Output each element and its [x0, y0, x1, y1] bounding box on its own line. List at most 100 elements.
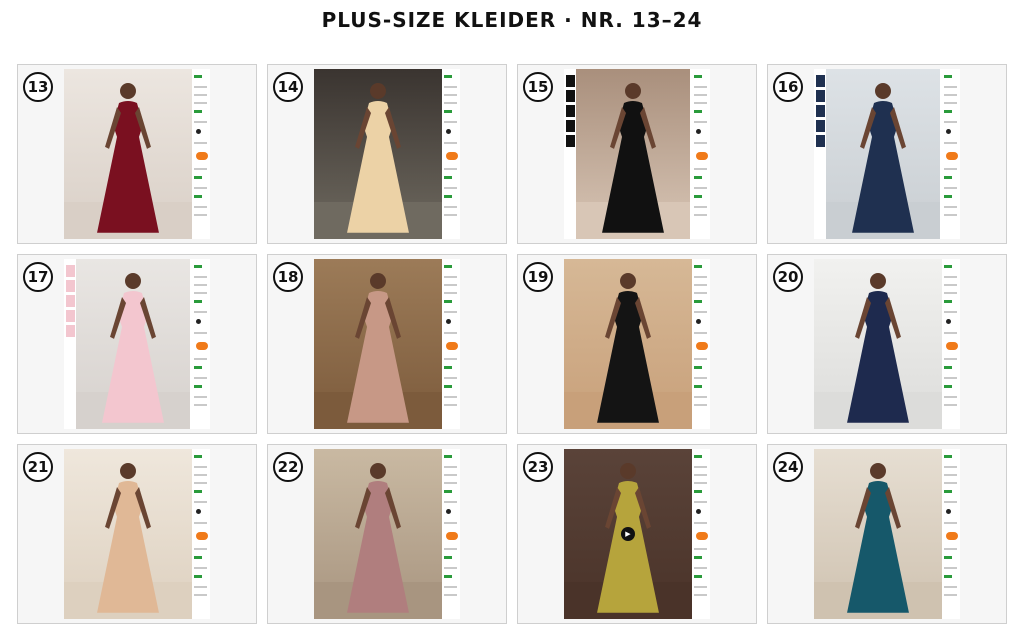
product-detail-panel [442, 449, 460, 619]
stock-indicator [444, 385, 452, 388]
text-line [194, 332, 207, 334]
add-to-cart-button[interactable] [446, 532, 458, 540]
product-card[interactable]: 13 [17, 64, 257, 244]
text-line [944, 276, 957, 278]
thumbnail[interactable] [66, 295, 75, 307]
thumbnail[interactable] [816, 90, 825, 102]
text-line [694, 276, 707, 278]
product-card[interactable]: 15 [517, 64, 757, 244]
add-to-cart-button[interactable] [696, 152, 708, 160]
product-screenshot[interactable] [564, 259, 710, 429]
color-swatch[interactable] [446, 509, 451, 514]
text-line [694, 292, 707, 294]
stock-indicator [194, 176, 202, 179]
product-screenshot[interactable] [814, 259, 960, 429]
text-line [444, 586, 457, 588]
text-line [944, 474, 957, 476]
thumbnail[interactable] [816, 75, 825, 87]
product-card[interactable]: 24 [767, 444, 1007, 624]
product-card[interactable]: 22 [267, 444, 507, 624]
add-to-cart-button[interactable] [696, 342, 708, 350]
stock-indicator [444, 455, 452, 458]
color-swatch[interactable] [696, 319, 701, 324]
product-card[interactable]: 16 [767, 64, 1007, 244]
product-grid: 13 14 15 16 17 18 19 20 21 22 23 ▶ 24 [17, 64, 1007, 624]
stock-indicator [944, 300, 952, 303]
color-swatch[interactable] [946, 319, 951, 324]
add-to-cart-button[interactable] [196, 342, 208, 350]
product-card[interactable]: 14 [267, 64, 507, 244]
play-icon[interactable]: ▶ [621, 527, 635, 541]
thumbnail[interactable] [816, 135, 825, 147]
text-line [694, 474, 707, 476]
product-card[interactable]: 23 ▶ [517, 444, 757, 624]
thumbnail[interactable] [566, 120, 575, 132]
product-screenshot[interactable] [314, 259, 460, 429]
product-photo [64, 69, 192, 239]
text-line [944, 142, 957, 144]
add-to-cart-button[interactable] [946, 342, 958, 350]
thumbnail[interactable] [816, 120, 825, 132]
text-line [194, 214, 207, 216]
text-line [444, 377, 457, 379]
add-to-cart-button[interactable] [196, 532, 208, 540]
product-screenshot[interactable] [314, 69, 460, 239]
add-to-cart-button[interactable] [446, 152, 458, 160]
thumbnail[interactable] [816, 105, 825, 117]
product-screenshot[interactable] [314, 449, 460, 619]
stock-indicator [944, 75, 952, 78]
thumbnail[interactable] [566, 90, 575, 102]
product-photo: ▶ [564, 449, 692, 619]
thumbnail[interactable] [566, 135, 575, 147]
card-number-badge: 13 [23, 72, 53, 102]
color-swatch[interactable] [196, 509, 201, 514]
add-to-cart-button[interactable] [446, 342, 458, 350]
add-to-cart-button[interactable] [946, 532, 958, 540]
thumbnail[interactable] [66, 310, 75, 322]
color-swatch[interactable] [196, 129, 201, 134]
add-to-cart-button[interactable] [696, 532, 708, 540]
thumbnail[interactable] [66, 280, 75, 292]
product-screenshot[interactable] [64, 449, 210, 619]
color-swatch[interactable] [946, 509, 951, 514]
thumbnail[interactable] [566, 75, 575, 87]
text-line [444, 548, 457, 550]
product-card[interactable]: 21 [17, 444, 257, 624]
text-line [444, 466, 457, 468]
product-screenshot[interactable] [64, 259, 210, 429]
product-screenshot[interactable] [564, 69, 710, 239]
add-to-cart-button[interactable] [196, 152, 208, 160]
product-card[interactable]: 17 [17, 254, 257, 434]
thumbnail[interactable] [66, 265, 75, 277]
add-to-cart-button[interactable] [946, 152, 958, 160]
stock-indicator [694, 265, 702, 268]
stock-indicator [944, 490, 952, 493]
product-card[interactable]: 20 [767, 254, 1007, 434]
thumbnail[interactable] [66, 325, 75, 337]
dress-shape [602, 101, 664, 234]
card-number-badge: 15 [523, 72, 553, 102]
stock-indicator [444, 490, 452, 493]
thumbnail[interactable] [566, 105, 575, 117]
dress-figure [597, 273, 659, 424]
color-swatch[interactable] [446, 319, 451, 324]
stock-indicator [694, 366, 702, 369]
product-detail-panel [442, 69, 460, 239]
color-swatch[interactable] [446, 129, 451, 134]
product-screenshot[interactable] [814, 449, 960, 619]
product-photo [826, 69, 940, 239]
color-swatch[interactable] [696, 509, 701, 514]
text-line [694, 501, 707, 503]
card-number-badge: 20 [773, 262, 803, 292]
model-head [870, 273, 886, 290]
product-screenshot[interactable]: ▶ [564, 449, 710, 619]
product-screenshot[interactable] [814, 69, 960, 239]
product-card[interactable]: 18 [267, 254, 507, 434]
product-card[interactable]: 19 [517, 254, 757, 434]
text-line [444, 276, 457, 278]
color-swatch[interactable] [696, 129, 701, 134]
product-detail-panel [192, 449, 210, 619]
color-swatch[interactable] [946, 129, 951, 134]
product-screenshot[interactable] [64, 69, 210, 239]
color-swatch[interactable] [196, 319, 201, 324]
